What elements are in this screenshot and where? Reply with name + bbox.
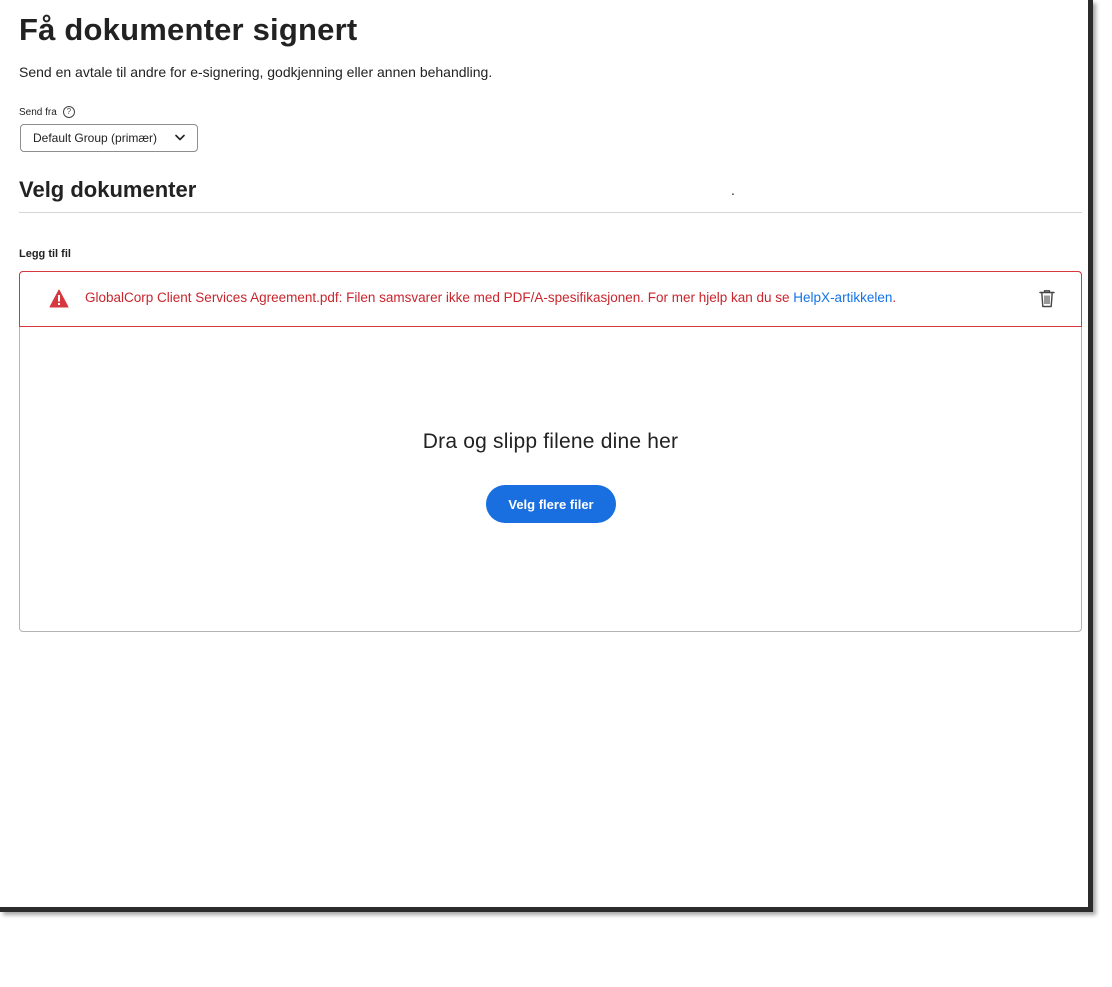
help-icon[interactable]: ? (62, 106, 75, 118)
error-banner: GlobalCorp Client Services Agreement.pdf… (19, 271, 1082, 327)
stray-dot: . (731, 182, 735, 198)
trash-icon[interactable] (1039, 289, 1055, 308)
add-file-label: Legg til fil (19, 248, 71, 260)
page-subtitle: Send en avtale til andre for e-signering… (19, 64, 493, 80)
send-from-group-select[interactable]: Default Group (primær) (20, 124, 198, 152)
helpx-article-link[interactable]: HelpX-artikkelen (793, 290, 892, 305)
send-from-label-row: Send fra ? (19, 106, 75, 118)
choose-more-files-button[interactable]: Velg flere filer (486, 485, 616, 523)
section-title-choose-documents: Velg dokumenter (19, 177, 197, 202)
alert-triangle-icon (49, 289, 69, 308)
error-message: GlobalCorp Client Services Agreement.pdf… (85, 290, 896, 305)
file-dropzone[interactable]: GlobalCorp Client Services Agreement.pdf… (19, 271, 1082, 632)
dropzone-heading: Dra og slipp filene dine her (422, 430, 679, 453)
error-message-trailing: . (892, 290, 897, 305)
send-from-selected-value: Default Group (primær) (33, 131, 158, 145)
send-from-label: Send fra (19, 106, 57, 118)
section-divider (19, 212, 1082, 213)
error-message-text: GlobalCorp Client Services Agreement.pdf… (85, 290, 794, 305)
chevron-down-icon (175, 134, 185, 141)
page-frame: Få dokumenter signert Send en avtale til… (0, 0, 1093, 912)
page-title: Få dokumenter signert (19, 12, 358, 47)
